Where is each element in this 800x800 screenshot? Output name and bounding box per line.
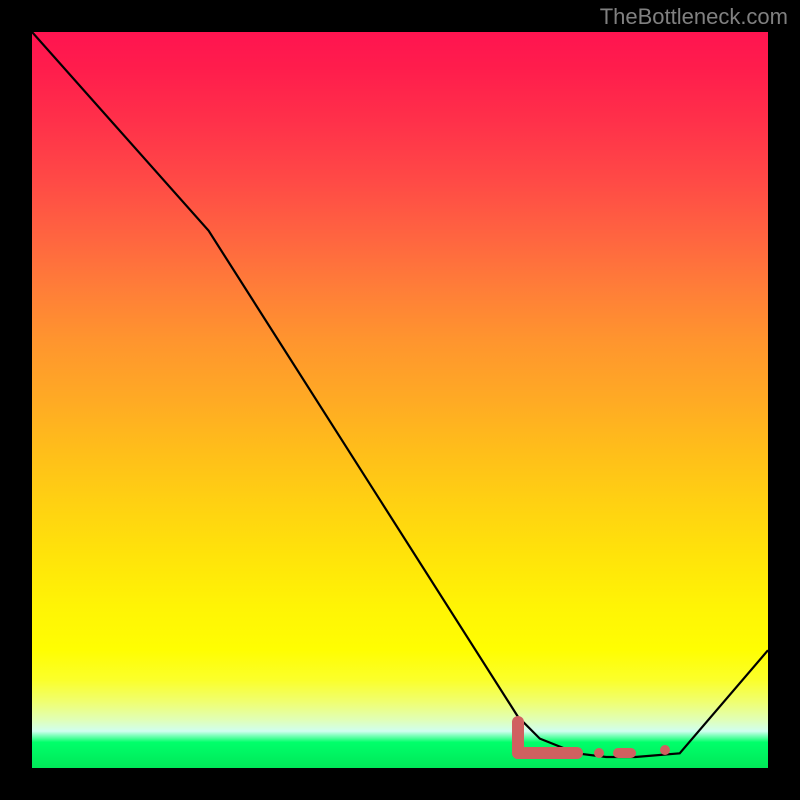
marker-l-horizontal — [512, 747, 583, 759]
bottleneck-curve — [32, 32, 768, 768]
plot-area — [32, 32, 768, 768]
marker-dot — [594, 748, 604, 758]
marker-dash — [613, 748, 635, 758]
marker-dot — [660, 745, 670, 755]
attribution-text: TheBottleneck.com — [600, 4, 788, 30]
